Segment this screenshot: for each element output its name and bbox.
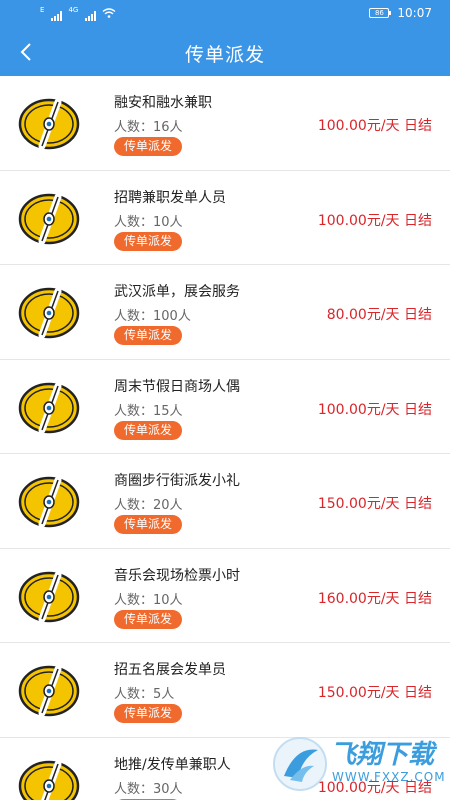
job-headcount: 人数：10人 <box>114 214 183 230</box>
job-headcount: 人数：30人 <box>114 781 183 797</box>
job-list-item[interactable]: 商圈步行街派发小礼 人数：20人 传单派发 150.00元/天 日结 <box>0 454 450 549</box>
job-title: 音乐会现场检票小时 <box>114 567 240 584</box>
job-pay: 100.00元/天 日结 <box>317 118 432 134</box>
job-title: 商圈步行街派发小礼 <box>114 473 240 489</box>
battery-icon: 86 <box>369 8 392 18</box>
job-list-item[interactable]: 音乐会现场检票小时 人数：10人 传单派发 160.00元/天 日结 <box>0 548 450 643</box>
status-bar: E 4G 86 10:07 <box>0 0 450 28</box>
signal-icon <box>51 11 63 21</box>
fxxz-logo-icon <box>273 737 327 791</box>
sim1-tag: E <box>40 6 45 14</box>
job-logo-icon <box>18 663 80 717</box>
sim2-tag: 4G <box>68 6 79 14</box>
job-pay: 100.00元/天 日结 <box>317 401 432 418</box>
job-headcount: 人数：16人 <box>114 120 183 135</box>
page-title: 传单派发 <box>184 44 265 66</box>
watermark-url: WWW.FXXZ.COM <box>332 770 446 784</box>
job-title: 招五名展会发单员 <box>114 662 226 678</box>
job-list: 融安和融水兼职 人数：16人 传单派发 100.00元/天 日结 招聘兼职发单人… <box>0 76 450 800</box>
job-category-tag: 传单派发 <box>114 137 183 156</box>
job-logo-icon <box>18 758 80 800</box>
job-logo-icon <box>18 474 80 528</box>
signal-icon <box>85 11 97 21</box>
job-list-item[interactable]: 融安和融水兼职 人数：16人 传单派发 100.00元/天 日结 <box>0 76 450 171</box>
clock: 10:07 <box>397 6 432 20</box>
watermark: 飞翔下载 WWW.FXXZ.COM <box>272 730 445 796</box>
job-pay: 150.00元/天 日结 <box>317 685 432 701</box>
job-headcount: 人数：10人 <box>114 592 183 608</box>
job-pay: 80.00元/天 日结 <box>326 307 432 323</box>
job-headcount: 人数：5人 <box>114 687 175 702</box>
job-pay: 150.00元/天 日结 <box>317 496 432 512</box>
watermark-name: 飞翔下载 <box>330 740 435 770</box>
job-category-tag: 传单派发 <box>114 231 183 251</box>
job-title: 招聘兼职发单人员 <box>114 189 226 206</box>
job-list-item[interactable]: 周末节假日商场人偶 人数：15人 传单派发 100.00元/天 日结 <box>0 359 450 454</box>
signal-indicators: E 4G <box>40 7 116 21</box>
top-nav-bar: 传单派发 <box>0 28 450 76</box>
job-category-tag: 传单派发 <box>114 704 183 723</box>
job-headcount: 人数：100人 <box>114 309 191 324</box>
job-title: 周末节假日商场人偶 <box>114 378 240 395</box>
job-logo-icon <box>18 96 80 150</box>
job-category-tag: 传单派发 <box>114 326 183 345</box>
wifi-icon <box>102 7 116 21</box>
job-title: 融安和融水兼职 <box>114 95 212 111</box>
job-list-item[interactable]: 武汉派单，展会服务 人数：100人 传单派发 80.00元/天 日结 <box>0 265 450 360</box>
job-title: 地推/发传单兼职人 <box>114 756 231 773</box>
job-list-item[interactable]: 招聘兼职发单人员 人数：10人 传单派发 100.00元/天 日结 <box>0 170 450 265</box>
job-category-tag: 传单派发 <box>114 515 183 534</box>
job-logo-icon <box>18 191 80 245</box>
job-title: 武汉派单，展会服务 <box>114 284 240 300</box>
job-logo-icon <box>18 380 80 434</box>
job-logo-icon <box>18 285 80 339</box>
job-pay: 160.00元/天 日结 <box>317 590 432 607</box>
job-logo-icon <box>18 569 80 623</box>
job-category-tag: 传单派发 <box>114 420 183 440</box>
job-headcount: 人数：15人 <box>114 403 183 419</box>
job-pay: 100.00元/天 日结 <box>317 212 432 229</box>
job-headcount: 人数：20人 <box>114 498 183 513</box>
job-list-item[interactable]: 招五名展会发单员 人数：5人 传单派发 150.00元/天 日结 <box>0 643 450 738</box>
job-category-tag: 传单派发 <box>114 609 183 629</box>
